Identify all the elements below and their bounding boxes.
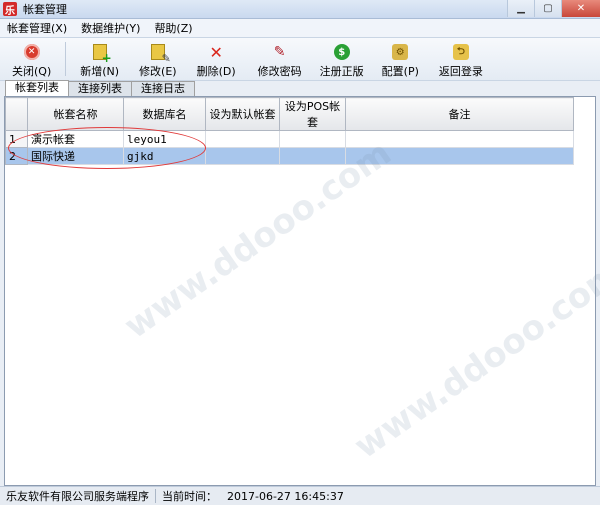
- column-header-db[interactable]: 数据库名: [123, 97, 206, 131]
- account-name-cell[interactable]: 国际快递: [27, 147, 124, 165]
- login-icon: ⮌: [452, 44, 469, 60]
- edit-document-icon: [150, 44, 171, 65]
- config-button[interactable]: ⚙ 配置(P): [382, 38, 419, 80]
- title-bar: 乐 帐套管理 ▁ ▢ ✕: [0, 0, 600, 19]
- register-button[interactable]: $ 注册正版: [320, 38, 364, 80]
- tab-bar: 帐套列表 连接列表 连接日志: [0, 80, 600, 96]
- change-password-button[interactable]: ✎ 修改密码: [258, 38, 302, 80]
- maximize-icon[interactable]: ▢: [534, 0, 561, 17]
- column-header-note[interactable]: 备注: [345, 97, 574, 131]
- table-row[interactable]: 2 国际快递 gjkd: [5, 147, 574, 165]
- pos-account-cell[interactable]: [279, 147, 346, 165]
- minimize-icon[interactable]: ▁: [507, 0, 534, 17]
- window-title: 帐套管理: [23, 3, 67, 16]
- add-document-icon: [92, 44, 112, 65]
- column-header-name[interactable]: 帐套名称: [27, 97, 124, 131]
- app-logo-icon: 乐: [3, 2, 17, 17]
- window-controls: ▁ ▢ ✕: [507, 0, 600, 18]
- account-table: 帐套名称 数据库名 设为默认帐套 设为POS帐套 备注 1 演示帐套 leyou…: [5, 97, 574, 165]
- table-row[interactable]: 1 演示帐套 leyou1: [5, 130, 574, 148]
- delete-button[interactable]: ✕ 删除(D): [197, 38, 236, 80]
- delete-x-icon: ✕: [209, 42, 223, 62]
- pen-icon: ✎: [273, 44, 286, 60]
- account-name-cell[interactable]: 演示帐套: [27, 130, 124, 148]
- account-table-panel: 帐套名称 数据库名 设为默认帐套 设为POS帐套 备注 1 演示帐套 leyou…: [4, 96, 596, 486]
- menu-bar: 帐套管理(X) 数据维护(Y) 帮助(Z): [0, 19, 600, 38]
- pos-account-cell[interactable]: [279, 130, 346, 148]
- menu-account[interactable]: 帐套管理(X): [0, 20, 74, 36]
- toolbar: ✕ 关闭(Q) 新增(N) 修改(E) ✕ 删除(D) ✎ 修改密码 $ 注册正…: [0, 38, 600, 81]
- toolbar-divider: [65, 42, 67, 76]
- tab-connection-list[interactable]: 连接列表: [68, 81, 132, 96]
- menu-help[interactable]: 帮助(Z): [147, 20, 199, 36]
- database-name-cell[interactable]: leyou1: [123, 130, 206, 148]
- row-number: 1: [5, 130, 28, 148]
- status-company: 乐友软件有限公司服务端程序: [6, 490, 149, 503]
- note-cell[interactable]: [345, 130, 574, 148]
- database-name-cell[interactable]: gjkd: [123, 147, 206, 165]
- default-account-cell[interactable]: [205, 147, 280, 165]
- status-time-label: 当前时间：: [162, 490, 217, 503]
- tab-connection-log[interactable]: 连接日志: [131, 81, 195, 96]
- note-cell[interactable]: [345, 147, 574, 165]
- row-number-header: [5, 97, 28, 131]
- add-button[interactable]: 新增(N): [80, 38, 119, 80]
- close-circle-icon: ✕: [23, 44, 40, 60]
- column-header-pos[interactable]: 设为POS帐套: [279, 97, 346, 131]
- back-login-button[interactable]: ⮌ 返回登录: [439, 38, 483, 80]
- tab-account-list[interactable]: 帐套列表: [5, 80, 69, 96]
- status-time-value: 2017-06-27 16:45:37: [227, 489, 344, 503]
- menu-data-maintenance[interactable]: 数据维护(Y): [74, 20, 147, 36]
- close-button[interactable]: ✕ 关闭(Q): [12, 38, 51, 80]
- column-header-default[interactable]: 设为默认帐套: [205, 97, 280, 131]
- dollar-icon: $: [333, 44, 350, 60]
- edit-button[interactable]: 修改(E): [139, 38, 177, 80]
- close-window-icon[interactable]: ✕: [561, 0, 600, 17]
- row-number: 2: [5, 147, 28, 165]
- status-bar: 乐友软件有限公司服务端程序 当前时间： 2017-06-27 16:45:37: [0, 486, 600, 505]
- table-header-row: 帐套名称 数据库名 设为默认帐套 设为POS帐套 备注: [5, 97, 574, 131]
- default-account-cell[interactable]: [205, 130, 280, 148]
- config-icon: ⚙: [392, 44, 409, 60]
